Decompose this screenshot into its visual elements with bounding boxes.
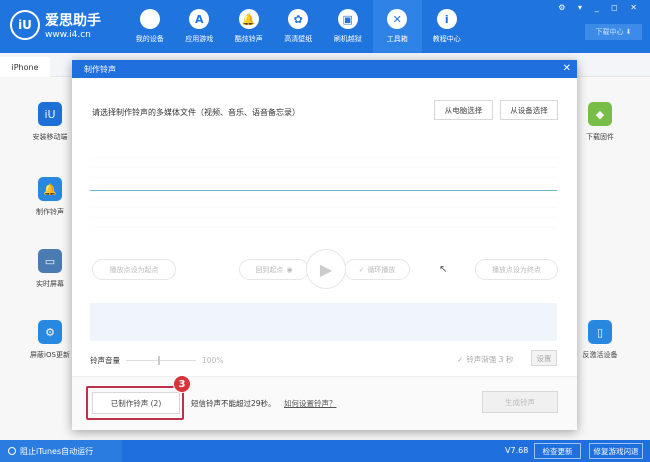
nav-wallpapers[interactable]: ✿ 高清壁纸 [274,0,324,53]
nav-ringtones[interactable]: 🔔 酷炫铃声 [224,0,274,53]
app-logo: iU 爱思助手 www.i4.cn [10,10,101,40]
fade-in-toggle[interactable]: ✓ 铃声渐强 3 秒 [457,354,513,365]
app-url: www.i4.cn [45,30,91,40]
fade-settings-button[interactable]: 设置 [531,350,557,366]
waveform-area[interactable] [90,148,557,228]
nav-label: 我的设备 [135,35,164,43]
nav-label: 应用游戏 [185,35,214,43]
loop-label: 循环播放 [367,265,396,274]
volume-slider[interactable] [126,356,196,365]
check-circle-icon: ✓ [457,355,464,364]
nav-label: 教程中心 [432,35,461,43]
bell-icon: 🔔 [238,9,259,29]
file-prompt: 请选择制作铃声的多媒体文件（视频、音乐、语音备忘录） [92,108,300,117]
block-itunes-toggle[interactable]: 阻止iTunes自动运行 [0,440,122,462]
volume-value: 100% [202,356,224,365]
play-button[interactable]: ▶ [306,249,346,289]
set-start-button[interactable]: 播放点设为起点 [92,259,176,280]
radio-icon [8,447,16,455]
how-to-set-link[interactable]: 如何设置铃声？ [284,398,337,409]
check-update-button[interactable]: 检查更新 [534,443,581,459]
fade-label: 铃声渐强 3 秒 [466,355,514,364]
status-bar: 阻止iTunes自动运行 V7.68 检查更新 修复游戏闪退 [0,440,650,462]
from-pc-button[interactable]: 从电脑选择 [434,100,493,120]
nav-label: 刷机越狱 [333,35,362,43]
volume-label: 铃声音量 [90,356,120,365]
nav-label: 工具箱 [386,35,408,43]
set-end-button[interactable]: 播放点设为终点 [475,259,558,280]
step-badge: 3 [173,375,191,393]
tab-iphone[interactable]: iPhone [0,57,50,77]
repair-button[interactable]: 修复游戏闪退 [589,443,643,459]
generate-ringtone-button[interactable]: 生成铃声 [482,391,558,413]
logo-icon: iU [10,10,40,40]
main-nav: 我的设备 A 应用游戏 🔔 酷炫铃声 ✿ 高清壁纸 ▣ 刷机越狱 ✕ 工具箱 i 教程中心 [125,0,472,53]
play-icon: ▶ [319,259,333,279]
tools-icon: ✕ [387,9,408,29]
volume-control: 铃声音量 100% [90,355,223,366]
nav-label: 高清壁纸 [284,35,313,43]
download-center-button[interactable]: 下载中心 ⬇ [585,24,642,40]
dialog-title: 制作铃声 [84,64,116,74]
nav-toolbox[interactable]: ✕ 工具箱 [372,0,422,53]
nav-label: 酷炫铃声 [234,35,263,43]
apple-icon [139,9,160,29]
version-label: V7.68 [505,446,529,455]
rewind-icon: ◉ [286,265,293,274]
clip-range-area [90,303,557,341]
waveform-line [90,190,557,191]
dialog-titlebar: 制作铃声 ✕ [72,60,577,78]
close-icon[interactable]: ✕ [563,63,571,74]
volume-slider-knob[interactable] [157,356,160,365]
loop-toggle[interactable]: ✓ 循环播放 [344,259,410,280]
app-header: iU 爱思助手 www.i4.cn 我的设备 A 应用游戏 🔔 酷炫铃声 ✿ 高清壁纸 … [0,0,650,53]
back-to-start-label: 回到起点 [255,265,284,274]
nav-my-device[interactable]: 我的设备 [125,0,175,53]
mouse-cursor-icon: ↖ [439,264,448,275]
app-store-icon: A [189,9,210,29]
check-circle-icon: ✓ [358,265,365,274]
block-itunes-label: 阻止iTunes自动运行 [20,446,94,456]
box-icon: ▣ [337,9,358,29]
make-ringtone-dialog: 制作铃声 ✕ 请选择制作铃声的多媒体文件（视频、音乐、语音备忘录） 从电脑选择 从… [72,60,577,430]
highlight-box [86,386,184,420]
nav-apps[interactable]: A 应用游戏 [175,0,225,53]
back-to-start-button[interactable]: 回到起点 ◉ [239,259,309,280]
nav-tutorials[interactable]: i 教程中心 [422,0,472,53]
info-icon: i [436,9,457,29]
app-name: 爱思助手 [45,13,101,29]
nav-flash-jailbreak[interactable]: ▣ 刷机越狱 [323,0,373,53]
window-controls[interactable]: ⚙ ▾ _ ◻ ✕ [558,3,642,12]
from-device-button[interactable]: 从设备选择 [500,100,558,120]
sms-note: 短信铃声不能超过29秒。 [191,399,276,408]
flower-icon: ✿ [288,9,309,29]
